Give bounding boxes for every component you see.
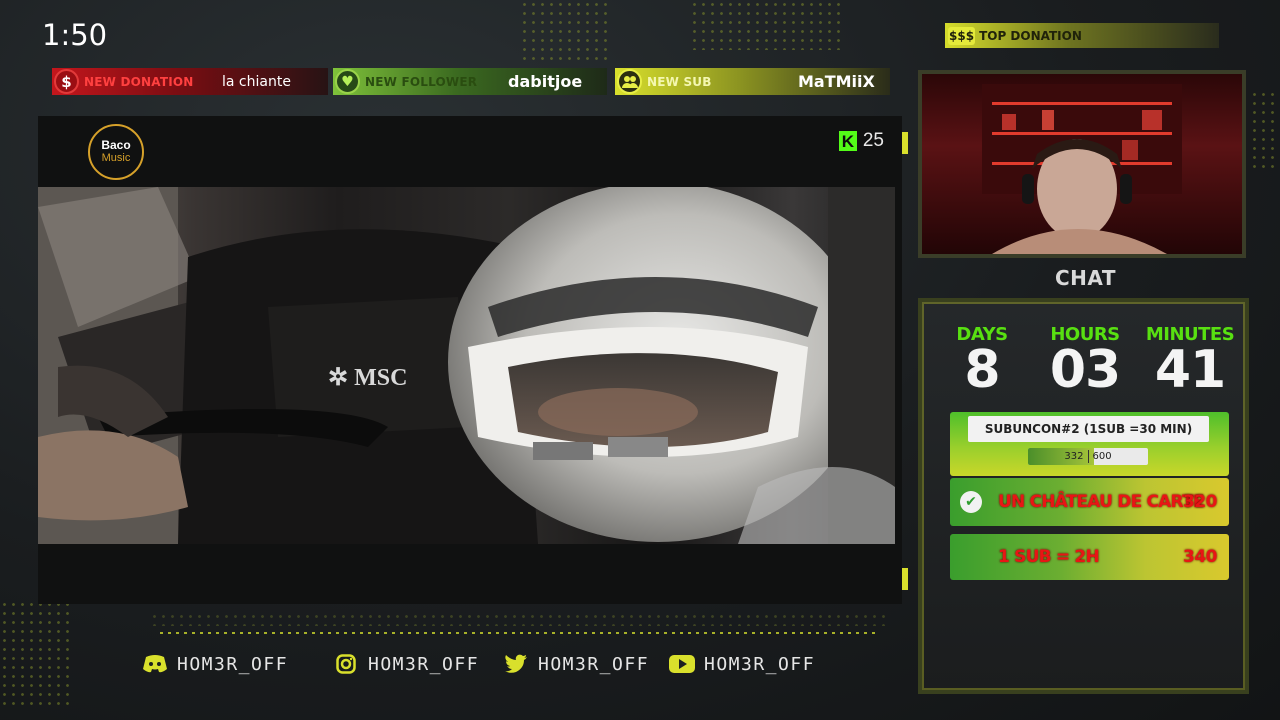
- new-donation-label: NEW DONATION: [84, 74, 194, 89]
- dot-pattern-decoration: [1250, 90, 1280, 170]
- youtube-icon: [669, 653, 695, 675]
- top-donation-banner: $$$ TOP DONATION: [945, 23, 1219, 48]
- chat-label: CHAT: [1055, 266, 1116, 290]
- logo-text-baco: Baco: [101, 138, 131, 152]
- countdown-hours: HOURS 03: [1035, 324, 1135, 400]
- youtube-handle: HOM3R_OFF: [704, 653, 816, 675]
- progress-separator: [1087, 450, 1089, 463]
- subathon-progress-card: SUBUNCON#2 (1SUB =30 MIN) 332 600: [950, 412, 1229, 476]
- video-scene-image: ✲ MSC: [38, 187, 895, 544]
- video-player[interactable]: Baco Music K 25 ✲ MSC: [38, 116, 908, 604]
- goal-value: 340: [1183, 547, 1218, 567]
- new-follower-label: NEW FOLLOWER: [365, 74, 478, 89]
- subathon-current: 332: [1064, 451, 1084, 462]
- minutes-value: 41: [1154, 340, 1226, 400]
- divider-line: [160, 632, 880, 634]
- social-instagram[interactable]: HOM3R_OFF: [333, 653, 479, 675]
- goal-name: 1 SUB = 2H: [998, 547, 1100, 567]
- subathon-panel: DAYS 8 HOURS 03 MINUTES 41 SUBUNCON#2 (1…: [918, 298, 1249, 694]
- social-discord[interactable]: HOM3R_OFF: [142, 653, 288, 675]
- goal-name: UN CHÂTEAU DE CARTE: [998, 492, 1204, 512]
- new-donation-value: la chiante: [222, 73, 291, 90]
- frame-accent: [902, 568, 908, 590]
- countdown-minutes: MINUTES 41: [1140, 324, 1240, 400]
- subathon-progress-bar: 332 600: [1028, 448, 1148, 465]
- users-icon: [617, 69, 642, 94]
- frame-accent: [902, 132, 908, 154]
- money-icon: $$$: [948, 26, 976, 45]
- goal-item-completed: ✔ UN CHÂTEAU DE CARTE 320: [950, 478, 1229, 526]
- discord-handle: HOM3R_OFF: [177, 653, 289, 675]
- hours-value: 03: [1049, 340, 1121, 400]
- dot-pattern-decoration: [0, 600, 70, 710]
- subathon-title: SUBUNCON#2 (1SUB =30 MIN): [968, 416, 1209, 442]
- goal-item: 1 SUB = 2H 340: [950, 534, 1229, 580]
- viewer-count: 25: [862, 130, 884, 151]
- heart-icon: ♥: [335, 69, 360, 94]
- instagram-handle: HOM3R_OFF: [368, 653, 480, 675]
- racing-driver-illustration: ✲ MSC: [38, 187, 895, 544]
- goal-value: 320: [1183, 492, 1218, 512]
- dot-pattern-decoration: [690, 0, 840, 50]
- countdown-days: DAYS 8: [942, 324, 1022, 400]
- social-youtube[interactable]: HOM3R_OFF: [669, 653, 815, 675]
- baco-music-logo: Baco Music: [88, 124, 144, 180]
- twitter-handle: HOM3R_OFF: [538, 653, 650, 675]
- kick-viewer-counter: K 25: [838, 130, 884, 152]
- streamer-webcam-image: [982, 84, 1182, 254]
- days-value: 8: [964, 340, 1000, 400]
- check-icon: ✔: [960, 491, 982, 513]
- dollar-icon: $: [54, 69, 79, 94]
- kick-logo-icon: K: [838, 131, 857, 151]
- logo-text-music: Music: [101, 152, 131, 164]
- social-twitter[interactable]: HOM3R_OFF: [503, 653, 649, 675]
- dot-pattern-decoration: [150, 612, 890, 626]
- new-donation-alert: $ NEW DONATION la chiante: [52, 68, 328, 95]
- new-sub-value: MaTMiiX: [798, 72, 875, 91]
- subathon-goal: 600: [1092, 451, 1112, 462]
- dot-pattern-decoration: [520, 0, 610, 60]
- webcam-feed: [918, 70, 1246, 258]
- new-follower-alert: ♥ NEW FOLLOWER dabitjoe: [333, 68, 607, 95]
- twitter-icon: [503, 653, 529, 675]
- new-sub-label: NEW SUB: [647, 74, 712, 89]
- new-follower-value: dabitjoe: [508, 72, 583, 91]
- discord-icon: [142, 653, 168, 675]
- new-sub-alert: NEW SUB MaTMiiX: [615, 68, 890, 95]
- stream-clock: 1:50: [42, 18, 108, 52]
- msc-sponsor-text: ✲ MSC: [328, 365, 407, 391]
- top-donation-label: TOP DONATION: [979, 28, 1082, 43]
- instagram-icon: [333, 653, 359, 675]
